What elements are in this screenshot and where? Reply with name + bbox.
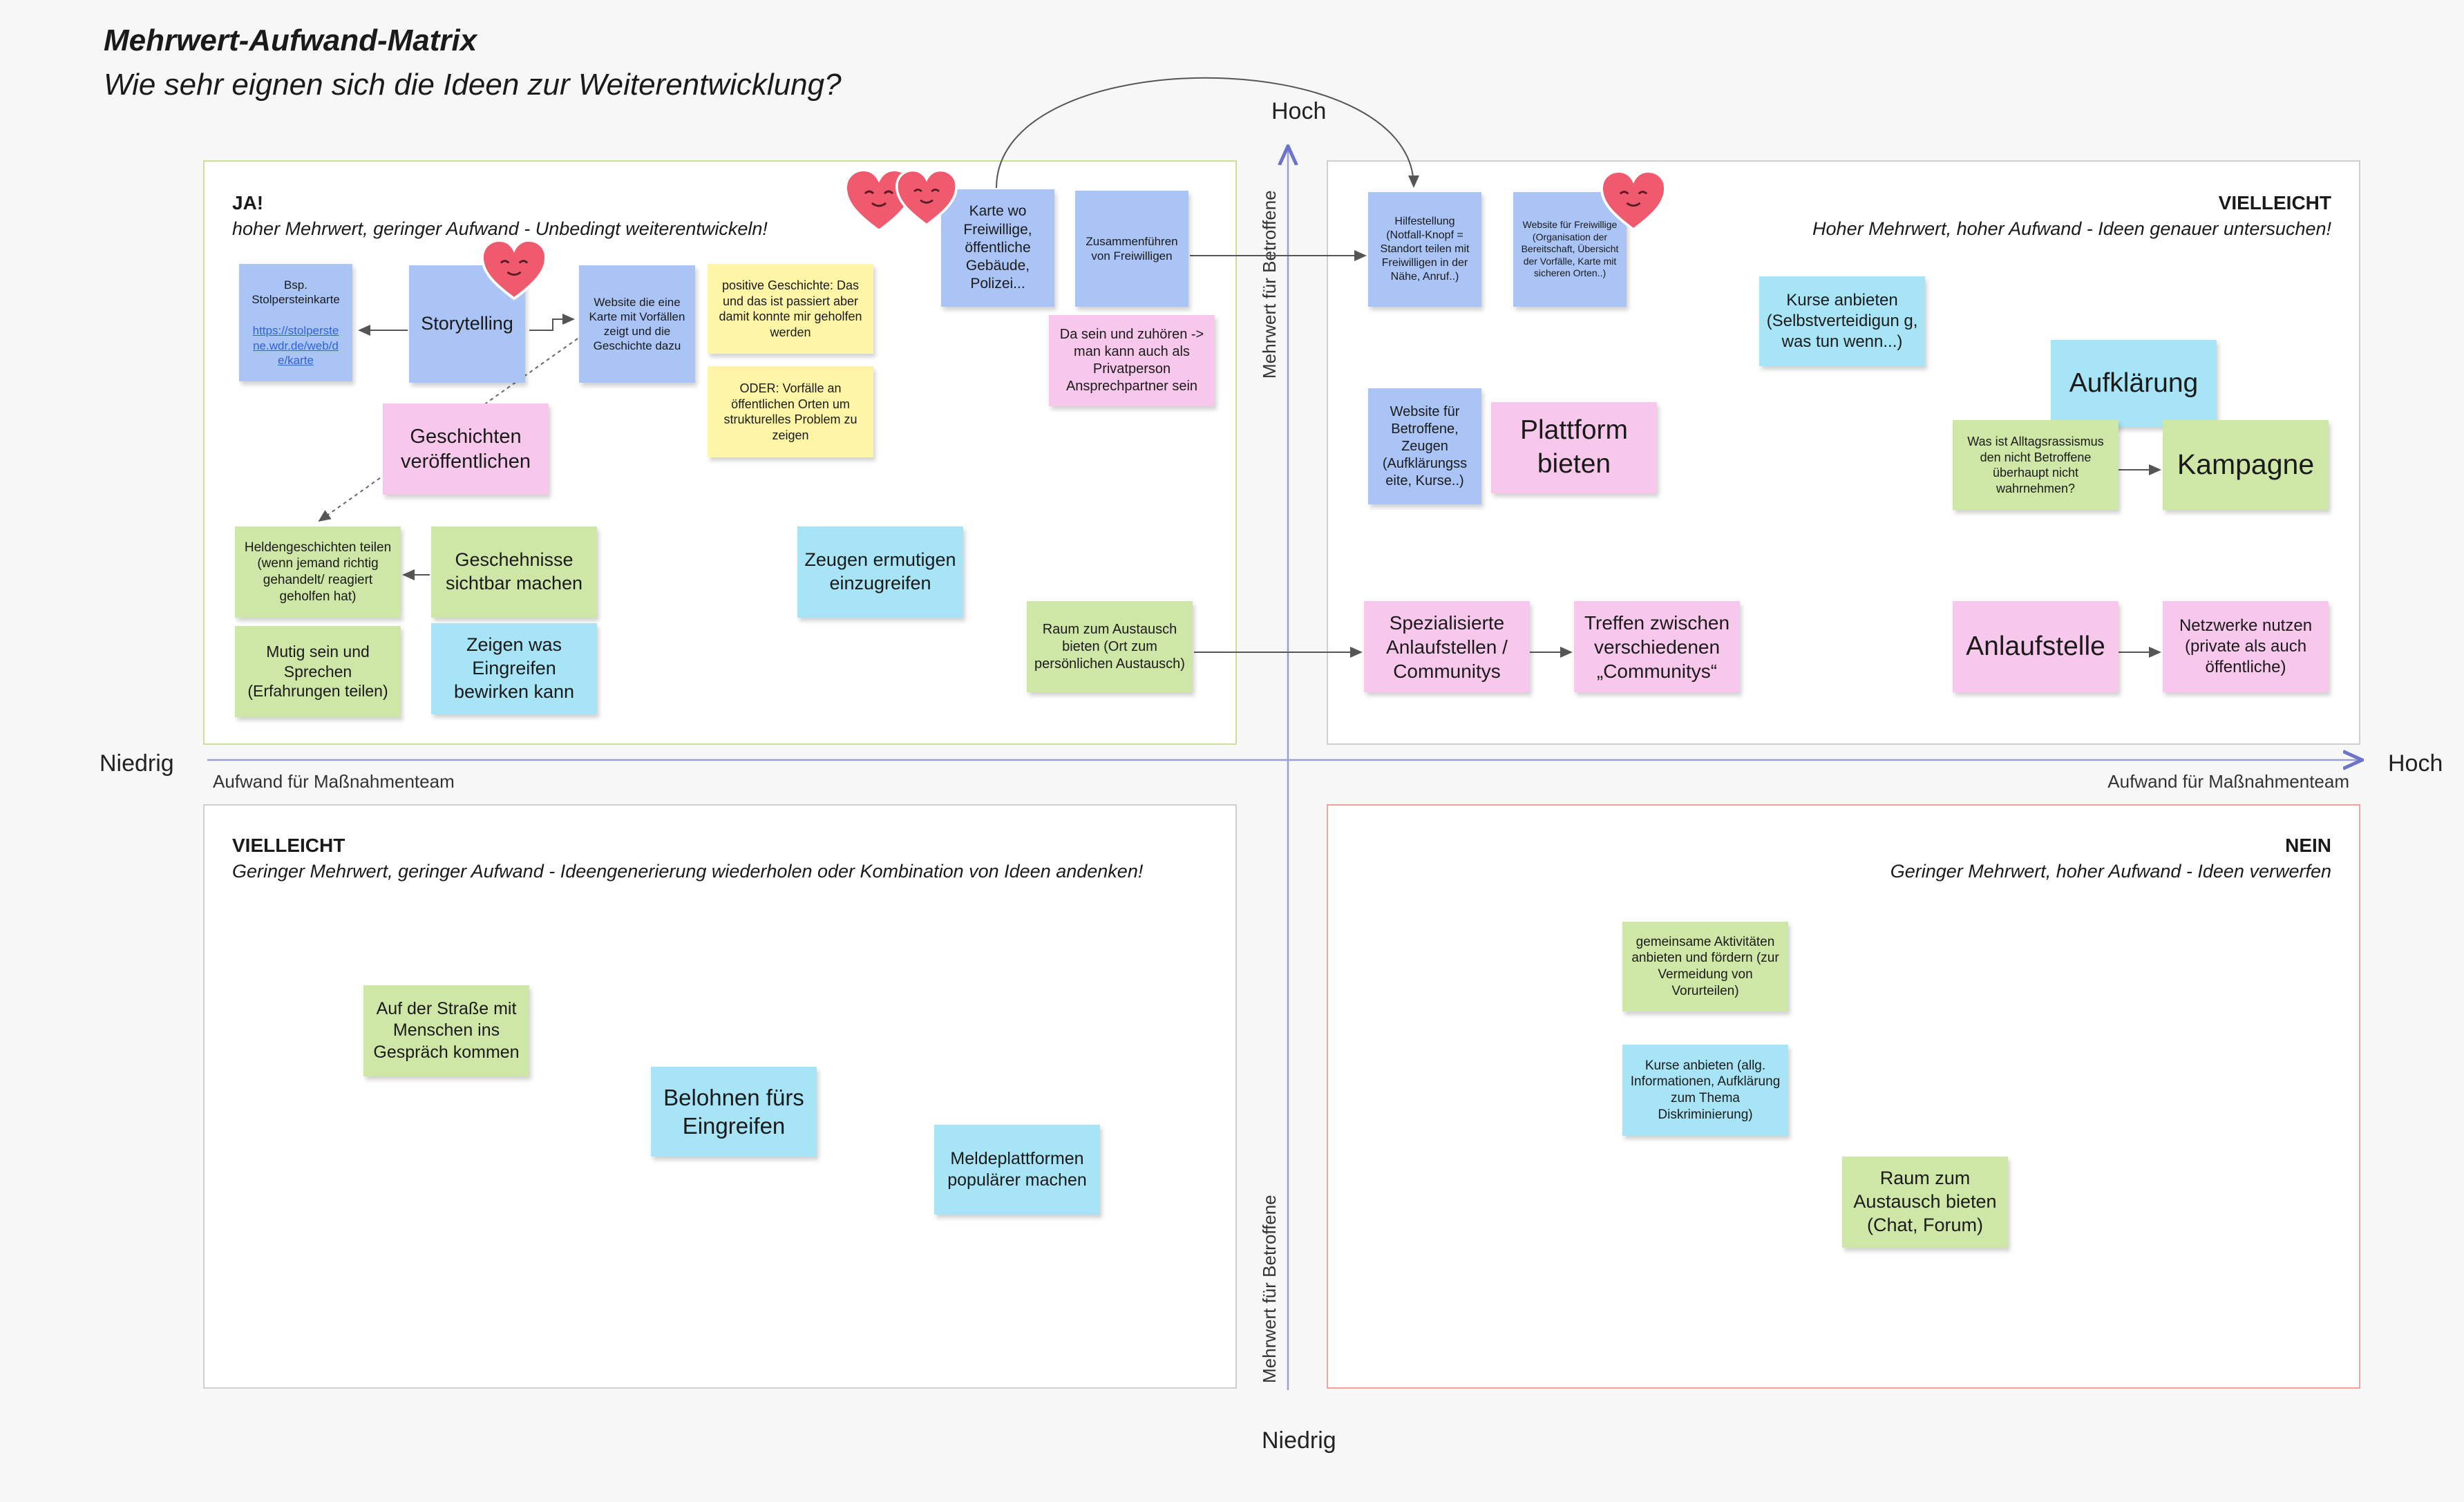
note-zeigen-eingreifen[interactable]: Zeigen was Eingreifen bewirken kann: [431, 623, 597, 714]
connector-storytelling-website: [529, 314, 575, 331]
note-website-betroffene[interactable]: Website für Betroffene, Zeugen (Aufkläru…: [1368, 388, 1481, 504]
note-spezialisierte-anlaufstellen[interactable]: Spezialisierte Anlaufstellen / Community…: [1364, 601, 1530, 692]
note-treffen-communitys[interactable]: Treffen zwischen verschiedenen „Communit…: [1574, 601, 1740, 692]
note-raum-chat-forum[interactable]: Raum zum Austausch bieten (Chat, Forum): [1842, 1157, 2008, 1248]
stolpersteine-link[interactable]: https://stolperste ne.wdr.de/web/d e/kar…: [253, 323, 339, 368]
heart-face-icon[interactable]: [895, 169, 958, 228]
connectors-layer: [207, 77, 2464, 1390]
note-zusammenfuehren[interactable]: Zusammenführen von Freiwilligen: [1075, 191, 1188, 307]
note-aufklaerung[interactable]: Aufklärung: [2051, 340, 2217, 427]
note-alltagsrassismus[interactable]: Was ist Alltagsrassismus den nicht Betro…: [1953, 420, 2119, 510]
note-da-sein-zuhoeren[interactable]: Da sein und zuhören -> man kann auch als…: [1049, 315, 1215, 406]
note-raum-austausch-ort[interactable]: Raum zum Austausch bieten (Ort zum persö…: [1027, 601, 1193, 692]
note-netzwerke-nutzen[interactable]: Netzwerke nutzen (private als auch öffen…: [2163, 601, 2329, 692]
note-kampagne[interactable]: Kampagne: [2163, 420, 2329, 510]
note-gemeinsame-aktivitaeten[interactable]: gemeinsame Aktivitäten anbieten und förd…: [1622, 922, 1788, 1011]
note-geschichten-veroeffentlichen[interactable]: Geschichten veröffentlichen: [383, 403, 549, 495]
note-zeugen-ermutigen[interactable]: Zeugen ermutigen einzugreifen: [797, 526, 963, 618]
note-auf-der-strasse[interactable]: Auf der Straße mit Menschen ins Gespräch…: [363, 985, 529, 1076]
note-karte-freiwillige[interactable]: Karte wo Freiwillige, öffentliche Gebäud…: [941, 189, 1054, 307]
heart-face-icon[interactable]: [1600, 170, 1667, 232]
note-positive-geschichte[interactable]: positive Geschichte: Das und das ist pas…: [708, 264, 873, 354]
note-kurse-selbstverteidigung[interactable]: Kurse anbieten (Selbstverteidigun g, was…: [1759, 276, 1925, 366]
heart-face-icon[interactable]: [481, 239, 547, 301]
note-meldeplattformen[interactable]: Meldeplattformen populärer machen: [934, 1125, 1100, 1215]
note-oder-vorfaelle[interactable]: ODER: Vorfälle an öffentlichen Orten um …: [708, 366, 873, 457]
note-plattform-bieten[interactable]: Plattform bieten: [1491, 402, 1657, 493]
note-hilfestellung[interactable]: Hilfestellung (Notfall-Knopf = Standort …: [1368, 192, 1481, 307]
note-mutig-sein[interactable]: Mutig sein und Sprechen (Erfahrungen tei…: [235, 626, 401, 717]
note-bsp-text: Bsp. Stolpersteinkarte: [252, 278, 340, 307]
connector-karte-hilfestellung: [996, 77, 1419, 189]
note-bsp-stolpersteinkarte[interactable]: Bsp. Stolpersteinkarte https://stolperst…: [239, 264, 352, 381]
note-website-karte-vorfaelle[interactable]: Website die eine Karte mit Vorfällen zei…: [579, 265, 695, 383]
note-kurse-allg[interactable]: Kurse anbieten (allg. Informationen, Auf…: [1622, 1045, 1788, 1136]
note-anlaufstelle[interactable]: Anlaufstelle: [1953, 601, 2119, 692]
note-geschehnisse-sichtbar[interactable]: Geschehnisse sichtbar machen: [431, 526, 597, 618]
whiteboard-canvas[interactable]: Mehrwert-Aufwand-Matrix Wie sehr eignen …: [0, 0, 2464, 1502]
note-belohnen-eingreifen[interactable]: Belohnen fürs Eingreifen: [651, 1067, 817, 1157]
note-heldengeschichten[interactable]: Heldengeschichten teilen (wenn jemand ri…: [235, 526, 401, 618]
